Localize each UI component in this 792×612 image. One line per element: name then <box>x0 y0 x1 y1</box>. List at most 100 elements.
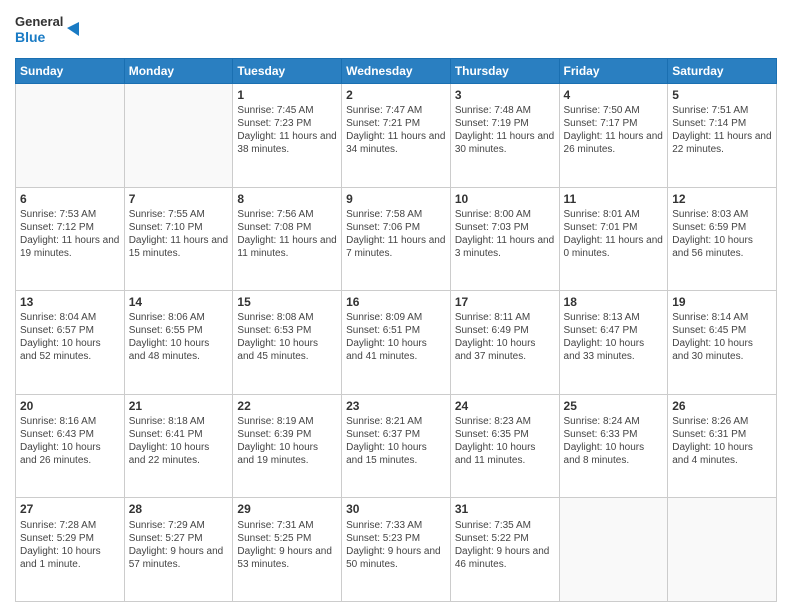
day-number: 23 <box>346 398 446 414</box>
day-number: 31 <box>455 501 555 517</box>
calendar-header-row: SundayMondayTuesdayWednesdayThursdayFrid… <box>16 59 777 84</box>
logo: General Blue <box>15 10 85 50</box>
calendar-cell: 24Sunrise: 8:23 AM Sunset: 6:35 PM Dayli… <box>450 394 559 498</box>
day-info: Sunrise: 8:18 AM Sunset: 6:41 PM Dayligh… <box>129 415 229 467</box>
calendar-cell: 29Sunrise: 7:31 AM Sunset: 5:25 PM Dayli… <box>233 498 342 602</box>
day-info: Sunrise: 8:11 AM Sunset: 6:49 PM Dayligh… <box>455 311 555 363</box>
calendar-table: SundayMondayTuesdayWednesdayThursdayFrid… <box>15 58 777 602</box>
col-header-friday: Friday <box>559 59 668 84</box>
calendar-week-3: 13Sunrise: 8:04 AM Sunset: 6:57 PM Dayli… <box>16 291 777 395</box>
day-number: 25 <box>564 398 664 414</box>
day-number: 21 <box>129 398 229 414</box>
day-number: 8 <box>237 191 337 207</box>
calendar-cell: 11Sunrise: 8:01 AM Sunset: 7:01 PM Dayli… <box>559 187 668 291</box>
day-number: 6 <box>20 191 120 207</box>
day-info: Sunrise: 7:47 AM Sunset: 7:21 PM Dayligh… <box>346 104 446 156</box>
day-info: Sunrise: 8:04 AM Sunset: 6:57 PM Dayligh… <box>20 311 120 363</box>
day-info: Sunrise: 8:01 AM Sunset: 7:01 PM Dayligh… <box>564 208 664 260</box>
day-info: Sunrise: 7:56 AM Sunset: 7:08 PM Dayligh… <box>237 208 337 260</box>
calendar-week-4: 20Sunrise: 8:16 AM Sunset: 6:43 PM Dayli… <box>16 394 777 498</box>
col-header-tuesday: Tuesday <box>233 59 342 84</box>
day-info: Sunrise: 8:13 AM Sunset: 6:47 PM Dayligh… <box>564 311 664 363</box>
calendar-cell: 31 Sunrise: 7:35 AM Sunset: 5:22 PM Dayli… <box>450 498 559 602</box>
day-number: 3 <box>455 87 555 103</box>
calendar-cell: 4Sunrise: 7:50 AM Sunset: 7:17 PM Daylig… <box>559 84 668 188</box>
col-header-sunday: Sunday <box>16 59 125 84</box>
calendar-cell: 21Sunrise: 8:18 AM Sunset: 6:41 PM Dayli… <box>124 394 233 498</box>
calendar-cell: 16Sunrise: 8:09 AM Sunset: 6:51 PM Dayli… <box>342 291 451 395</box>
calendar-cell: 28 Sunrise: 7:29 AM Sunset: 5:27 PM Dayli… <box>124 498 233 602</box>
calendar-cell: 26Sunrise: 8:26 AM Sunset: 6:31 PM Dayli… <box>668 394 777 498</box>
day-number: 24 <box>455 398 555 414</box>
day-number: 26 <box>672 398 772 414</box>
day-number: 19 <box>672 294 772 310</box>
day-info: Sunrise: 7:58 AM Sunset: 7:06 PM Dayligh… <box>346 208 446 260</box>
day-info: Sunrise: 7:51 AM Sunset: 7:14 PM Dayligh… <box>672 104 772 156</box>
day-info: Sunrise: 8:16 AM Sunset: 6:43 PM Dayligh… <box>20 415 120 467</box>
calendar-cell <box>16 84 125 188</box>
day-number: 22 <box>237 398 337 414</box>
day-number: 13 <box>20 294 120 310</box>
day-info: Sunrise: 8:14 AM Sunset: 6:45 PM Dayligh… <box>672 311 772 363</box>
day-number: 30 <box>346 501 446 517</box>
calendar-cell: 17Sunrise: 8:11 AM Sunset: 6:49 PM Dayli… <box>450 291 559 395</box>
calendar-cell: 27Sunrise: 7:28 AM Sunset: 5:29 PM Dayli… <box>16 498 125 602</box>
svg-text:General: General <box>15 14 63 29</box>
day-number: 15 <box>237 294 337 310</box>
day-number: 18 <box>564 294 664 310</box>
header: General Blue <box>15 10 777 50</box>
calendar-cell: 13Sunrise: 8:04 AM Sunset: 6:57 PM Dayli… <box>16 291 125 395</box>
calendar-cell: 18Sunrise: 8:13 AM Sunset: 6:47 PM Dayli… <box>559 291 668 395</box>
day-info: Sunrise: 8:19 AM Sunset: 6:39 PM Dayligh… <box>237 415 337 467</box>
calendar-cell: 10Sunrise: 8:00 AM Sunset: 7:03 PM Dayli… <box>450 187 559 291</box>
day-number: 9 <box>346 191 446 207</box>
calendar-cell: 14Sunrise: 8:06 AM Sunset: 6:55 PM Dayli… <box>124 291 233 395</box>
col-header-thursday: Thursday <box>450 59 559 84</box>
calendar-cell <box>124 84 233 188</box>
calendar-cell: 25Sunrise: 8:24 AM Sunset: 6:33 PM Dayli… <box>559 394 668 498</box>
calendar-cell: 12Sunrise: 8:03 AM Sunset: 6:59 PM Dayli… <box>668 187 777 291</box>
day-number: 5 <box>672 87 772 103</box>
day-info: Sunrise: 7:33 AM Sunset: 5:23 PM Dayligh… <box>346 519 446 571</box>
day-number: 12 <box>672 191 772 207</box>
calendar-cell: 22Sunrise: 8:19 AM Sunset: 6:39 PM Dayli… <box>233 394 342 498</box>
day-number: 2 <box>346 87 446 103</box>
day-info: Sunrise: 7:35 AM Sunset: 5:22 PM Dayligh… <box>455 519 555 571</box>
day-number: 14 <box>129 294 229 310</box>
day-number: 11 <box>564 191 664 207</box>
calendar-cell: 8Sunrise: 7:56 AM Sunset: 7:08 PM Daylig… <box>233 187 342 291</box>
calendar-cell: 30 Sunrise: 7:33 AM Sunset: 5:23 PM Dayli… <box>342 498 451 602</box>
day-info: Sunrise: 7:53 AM Sunset: 7:12 PM Dayligh… <box>20 208 120 260</box>
day-info: Sunrise: 8:23 AM Sunset: 6:35 PM Dayligh… <box>455 415 555 467</box>
calendar-cell: 2Sunrise: 7:47 AM Sunset: 7:21 PM Daylig… <box>342 84 451 188</box>
day-number: 28 <box>129 501 229 517</box>
day-number: 4 <box>564 87 664 103</box>
calendar-cell <box>559 498 668 602</box>
calendar-cell: 1Sunrise: 7:45 AM Sunset: 7:23 PM Daylig… <box>233 84 342 188</box>
col-header-monday: Monday <box>124 59 233 84</box>
calendar-cell: 5Sunrise: 7:51 AM Sunset: 7:14 PM Daylig… <box>668 84 777 188</box>
day-number: 16 <box>346 294 446 310</box>
day-number: 1 <box>237 87 337 103</box>
calendar-cell: 19Sunrise: 8:14 AM Sunset: 6:45 PM Dayli… <box>668 291 777 395</box>
day-info: Sunrise: 8:00 AM Sunset: 7:03 PM Dayligh… <box>455 208 555 260</box>
day-info: Sunrise: 8:21 AM Sunset: 6:37 PM Dayligh… <box>346 415 446 467</box>
calendar-cell: 23Sunrise: 8:21 AM Sunset: 6:37 PM Dayli… <box>342 394 451 498</box>
calendar-cell <box>668 498 777 602</box>
day-info: Sunrise: 8:08 AM Sunset: 6:53 PM Dayligh… <box>237 311 337 363</box>
col-header-wednesday: Wednesday <box>342 59 451 84</box>
col-header-saturday: Saturday <box>668 59 777 84</box>
day-info: Sunrise: 7:29 AM Sunset: 5:27 PM Dayligh… <box>129 519 229 571</box>
day-info: Sunrise: 7:50 AM Sunset: 7:17 PM Dayligh… <box>564 104 664 156</box>
calendar-week-1: 1Sunrise: 7:45 AM Sunset: 7:23 PM Daylig… <box>16 84 777 188</box>
day-info: Sunrise: 8:09 AM Sunset: 6:51 PM Dayligh… <box>346 311 446 363</box>
calendar-cell: 7Sunrise: 7:55 AM Sunset: 7:10 PM Daylig… <box>124 187 233 291</box>
day-number: 7 <box>129 191 229 207</box>
day-info: Sunrise: 8:03 AM Sunset: 6:59 PM Dayligh… <box>672 208 772 260</box>
calendar-cell: 6Sunrise: 7:53 AM Sunset: 7:12 PM Daylig… <box>16 187 125 291</box>
calendar-cell: 9Sunrise: 7:58 AM Sunset: 7:06 PM Daylig… <box>342 187 451 291</box>
calendar-week-2: 6Sunrise: 7:53 AM Sunset: 7:12 PM Daylig… <box>16 187 777 291</box>
calendar-cell: 15Sunrise: 8:08 AM Sunset: 6:53 PM Dayli… <box>233 291 342 395</box>
day-info: Sunrise: 8:26 AM Sunset: 6:31 PM Dayligh… <box>672 415 772 467</box>
day-info: Sunrise: 7:45 AM Sunset: 7:23 PM Dayligh… <box>237 104 337 156</box>
